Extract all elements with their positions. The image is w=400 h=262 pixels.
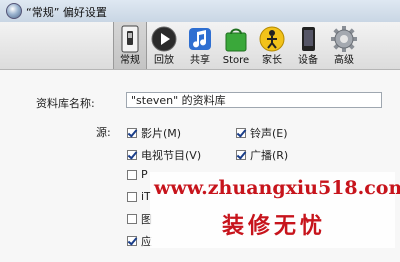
tab-playback[interactable]: 回放	[148, 22, 180, 69]
tab-general[interactable]: 常规	[113, 22, 147, 69]
preferences-toolbar: 常规 回放 共享 Store 家长 设备 高级	[0, 22, 400, 70]
source-tv-shows-checkbox[interactable]: 电视节目(V)	[127, 147, 201, 163]
checkbox-label: 铃声(E)	[250, 127, 288, 140]
tab-parental[interactable]: 家长	[256, 22, 288, 69]
tab-devices[interactable]: 设备	[292, 22, 324, 69]
checkbox-label: 电视节目(V)	[141, 149, 202, 162]
checkbox-box[interactable]	[127, 191, 137, 202]
checkbox-box[interactable]	[127, 128, 137, 138]
library-name-field[interactable]	[126, 92, 382, 108]
checkbox-label: 广播(R)	[250, 149, 289, 162]
checkbox-box[interactable]	[127, 214, 137, 224]
checkbox-label: 影片(M)	[141, 127, 182, 140]
checkbox-box[interactable]	[127, 169, 137, 180]
checkbox-box[interactable]	[127, 150, 137, 160]
tab-advanced-label: 高级	[334, 55, 354, 66]
sources-label: 源:	[96, 126, 111, 139]
source-radio-checkbox[interactable]: 广播(R)	[236, 147, 288, 163]
tab-general-label: 常规	[120, 55, 140, 66]
parental-icon	[259, 26, 285, 52]
tab-store-label: Store	[222, 55, 250, 66]
tab-advanced[interactable]: 高级	[328, 22, 360, 69]
tab-sharing-label: 共享	[190, 55, 210, 66]
tab-store[interactable]: Store	[220, 22, 252, 69]
tab-sharing[interactable]: 共享	[184, 22, 216, 69]
window-title: “常规” 偏好设置	[26, 6, 107, 19]
source-itunes-u-checkbox[interactable]: iT	[127, 190, 151, 203]
gear-icon	[331, 26, 357, 52]
watermark-url: www.zhuangxiu518.com	[154, 177, 400, 199]
title-bar: “常规” 偏好设置	[0, 0, 400, 23]
music-share-icon	[189, 28, 211, 50]
device-icon	[302, 27, 315, 51]
play-icon	[151, 26, 177, 52]
source-books-checkbox[interactable]: 图	[127, 211, 152, 227]
watermark-name: 装修无忧	[222, 213, 327, 239]
tab-parental-label: 家长	[262, 55, 282, 66]
tab-playback-label: 回放	[154, 55, 174, 66]
switch-icon	[121, 25, 139, 53]
tab-devices-label: 设备	[298, 55, 318, 66]
library-name-label: 资料库名称:	[36, 97, 95, 110]
checkbox-label: P	[141, 168, 148, 181]
source-podcasts-checkbox[interactable]: P	[127, 168, 148, 181]
checkbox-box[interactable]	[236, 150, 246, 160]
itunes-app-icon	[6, 3, 22, 19]
source-movies-checkbox[interactable]: 影片(M)	[127, 125, 181, 141]
store-bag-icon	[225, 28, 247, 52]
checkbox-box[interactable]	[127, 236, 137, 246]
source-ringtones-checkbox[interactable]: 铃声(E)	[236, 125, 288, 141]
checkbox-box[interactable]	[236, 128, 246, 138]
source-apps-checkbox[interactable]: 应	[127, 233, 152, 249]
